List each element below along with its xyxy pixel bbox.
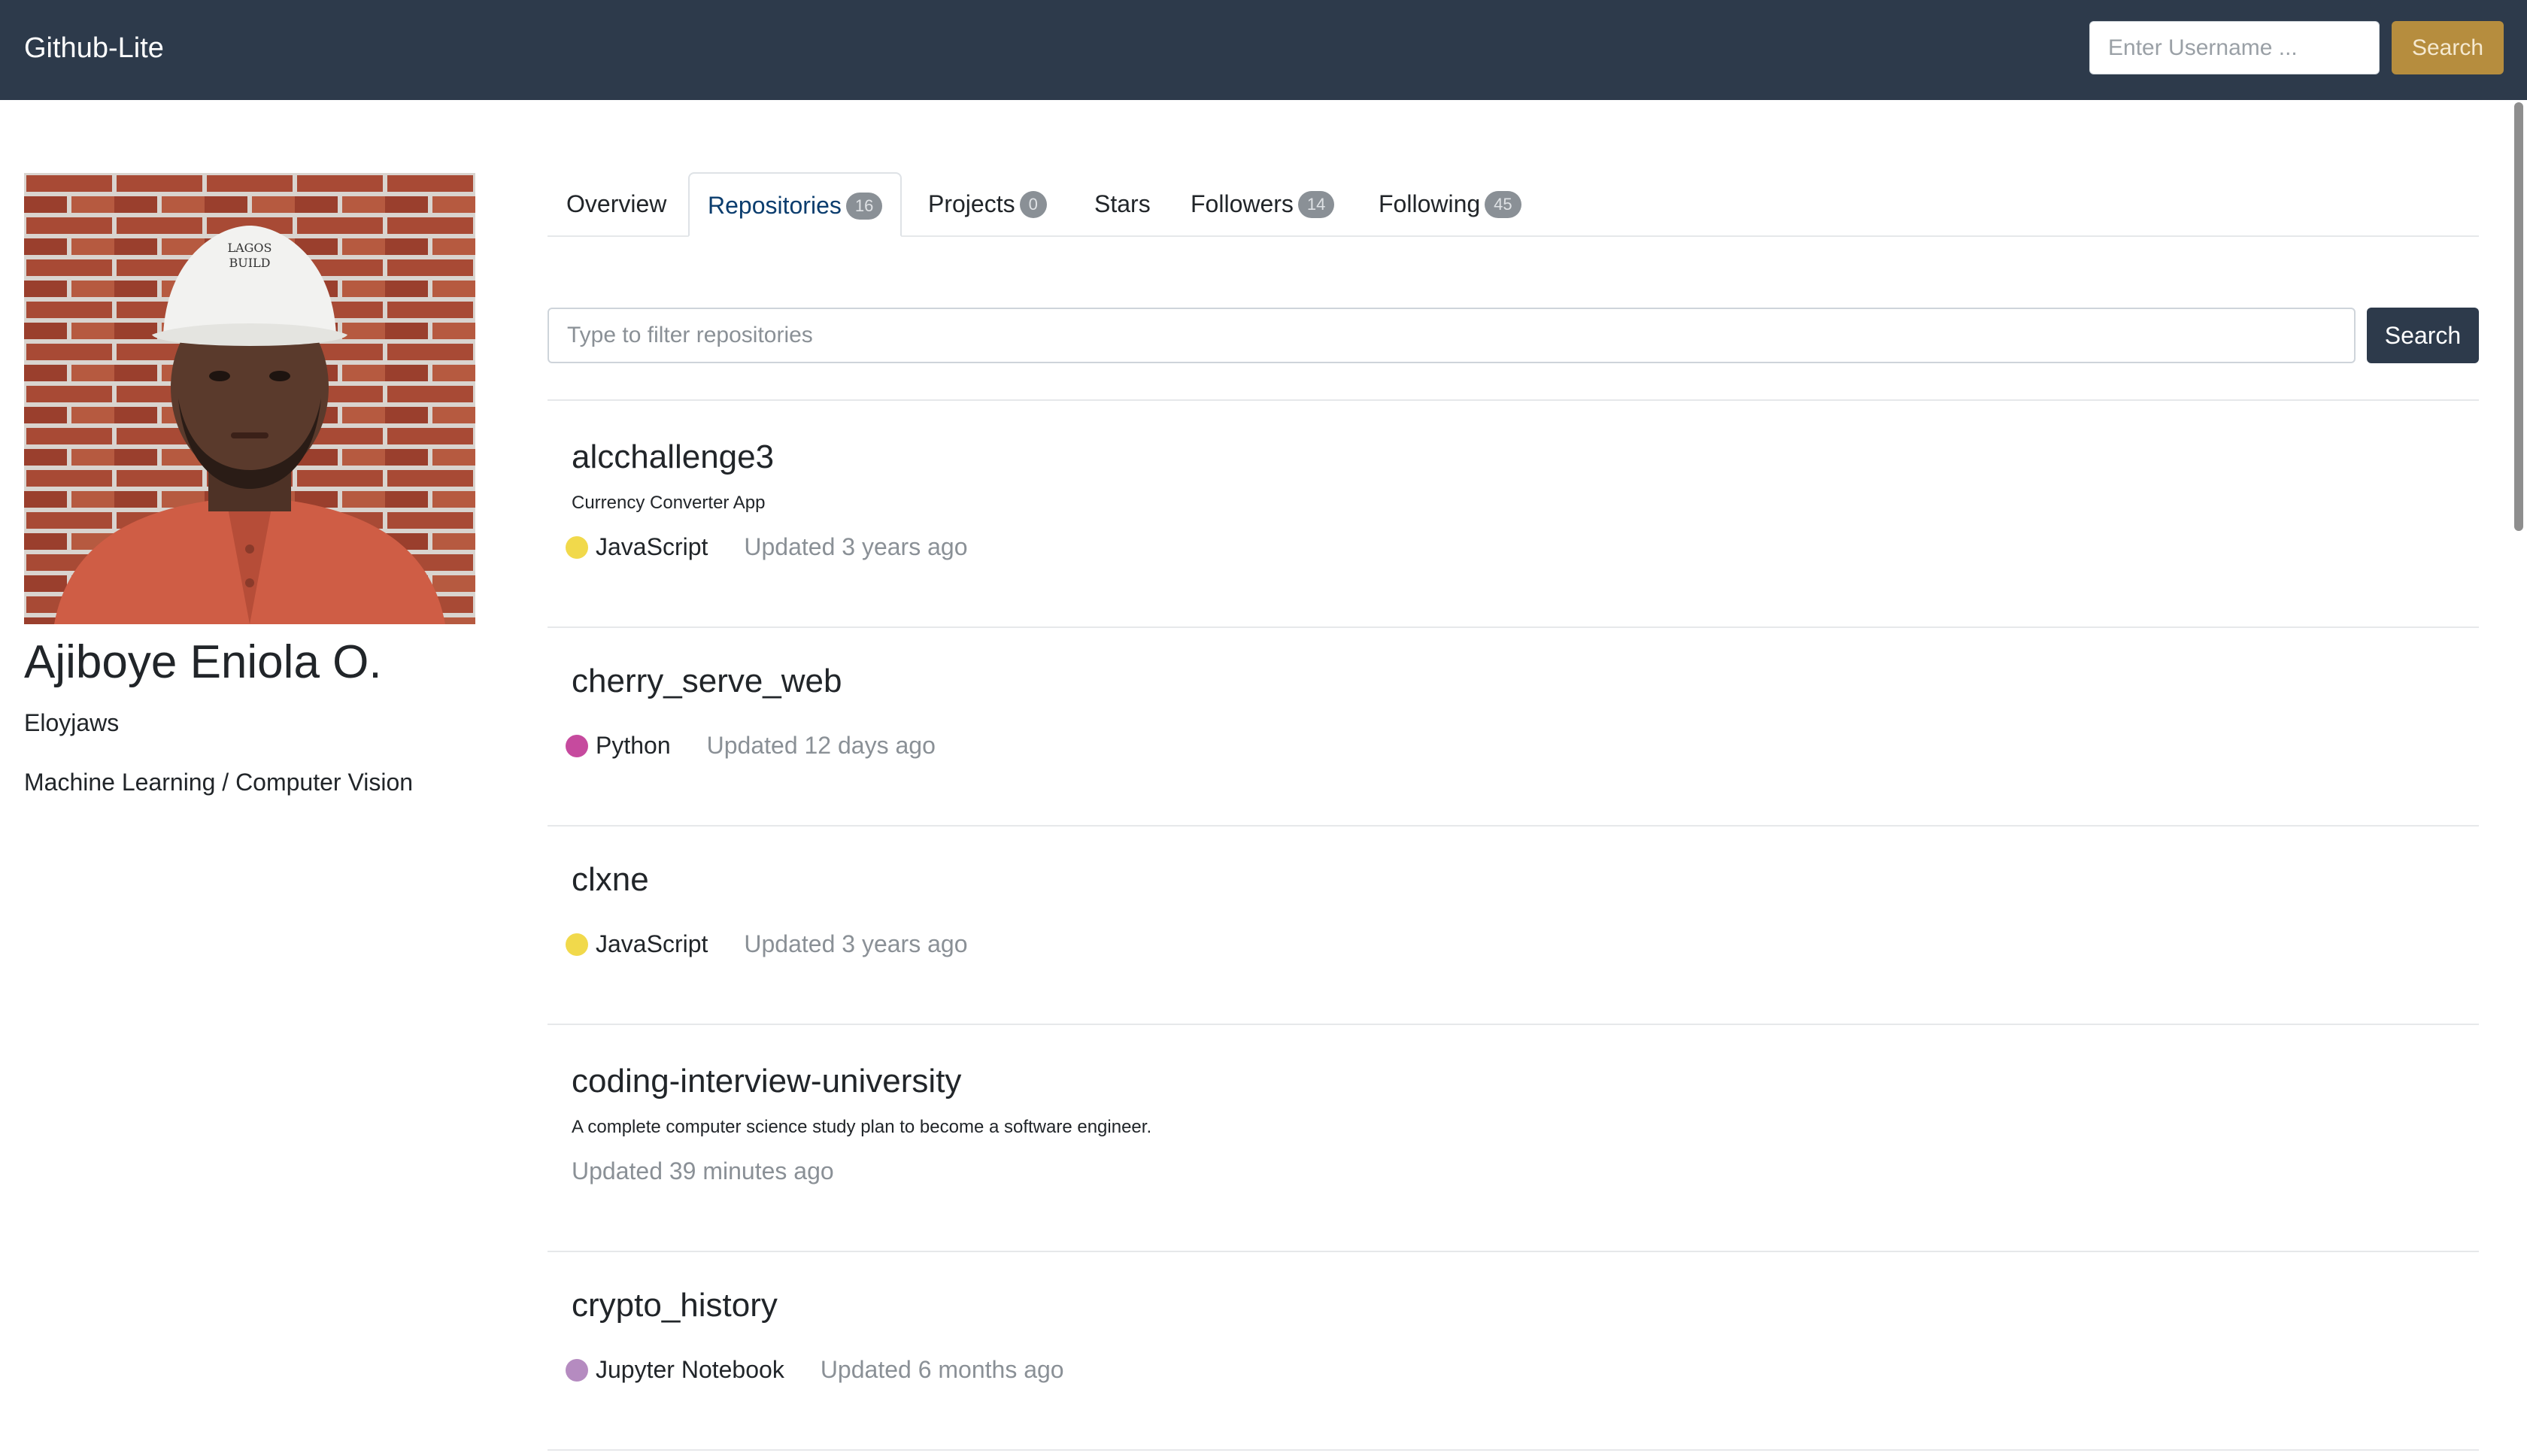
tab-projects[interactable]: Projects 0 [928,172,1047,235]
repo-meta: Python Updated 12 days ago [566,732,936,760]
tab-followers[interactable]: Followers 14 [1191,172,1335,235]
profile-bio: Machine Learning / Computer Vision [24,769,414,796]
repo-language: Jupyter Notebook [596,1356,784,1383]
profile-tabs: Overview Repositories 16 Projects 0 Stars … [548,172,2479,237]
profile-name: Ajiboye Eniola O. [24,636,382,688]
repo-item: cherry_serve_web Python Updated 12 days … [548,628,2479,827]
cap-text-bottom: BUILD [229,256,270,270]
tab-repositories[interactable]: Repositories 16 [688,172,902,237]
tab-count-badge: 45 [1485,190,1521,218]
repo-item: clxne JavaScript Updated 3 years ago [548,827,2479,1025]
repo-filter-search-button[interactable]: Search [2367,308,2479,363]
top-navbar: Github-Lite Search [0,0,2527,100]
repo-item: coding-interview-university A complete c… [548,1025,2479,1252]
tab-count-badge: 0 [1019,190,1047,218]
tab-label: Projects [928,190,1015,217]
language-color-dot [566,734,588,757]
language-color-dot [566,933,588,956]
repo-item: alcchallenge3 Currency Converter App Jav… [548,401,2479,628]
tab-label: Followers [1191,190,1294,217]
repo-description: Currency Converter App [572,493,766,513]
repo-filter-input[interactable] [548,308,2356,363]
repo-meta: Updated 39 minutes ago [572,1157,834,1185]
tab-label: Stars [1094,190,1151,217]
repo-meta: Jupyter Notebook Updated 6 months ago [566,1356,1064,1384]
username-search-button[interactable]: Search [2392,21,2504,74]
language-color-dot [566,1358,588,1382]
tab-stars[interactable]: Stars [1094,172,1151,235]
tab-label: Overview [566,190,667,217]
repo-language: JavaScript [596,930,708,957]
repo-updated: Updated 3 years ago [744,930,968,957]
tab-overview[interactable]: Overview [566,172,666,235]
repo-name-link[interactable]: crypto_history [572,1287,778,1324]
repo-divider [548,1449,2479,1451]
cap-text-top: LAGOS [227,241,272,255]
tab-label: Following [1379,190,1481,217]
avatar-photo: LAGOS BUILD [24,173,475,624]
tab-following[interactable]: Following 45 [1379,172,1521,235]
tab-count-badge: 14 [1297,190,1335,218]
repo-meta: JavaScript Updated 3 years ago [566,533,967,561]
repo-name-link[interactable]: coding-interview-university [572,1063,961,1100]
repo-language: Python [596,732,671,759]
repo-meta: JavaScript Updated 3 years ago [566,930,967,958]
language-color-dot [566,535,588,559]
repo-name-link[interactable]: cherry_serve_web [572,663,842,700]
tab-count-badge: 16 [845,192,883,220]
page-scrollbar-thumb[interactable] [2514,102,2523,531]
repo-language: JavaScript [596,533,708,560]
brand-logo-text[interactable]: Github-Lite [24,0,164,100]
repo-name-link[interactable]: alcchallenge3 [572,438,774,476]
username-search-input[interactable] [2089,21,2380,74]
tab-label: Repositories [708,192,842,219]
repo-item: crypto_history Jupyter Notebook Updated … [548,1252,2479,1451]
repo-updated: Updated 6 months ago [820,1356,1064,1383]
repo-updated: Updated 39 minutes ago [572,1157,834,1185]
profile-avatar: LAGOS BUILD [24,173,475,624]
repo-name-link[interactable]: clxne [572,861,649,899]
repo-updated: Updated 12 days ago [706,732,936,759]
profile-username: Eloyjaws [24,709,120,736]
repo-updated: Updated 3 years ago [744,533,968,560]
repo-description: A complete computer science study plan t… [572,1117,1152,1137]
